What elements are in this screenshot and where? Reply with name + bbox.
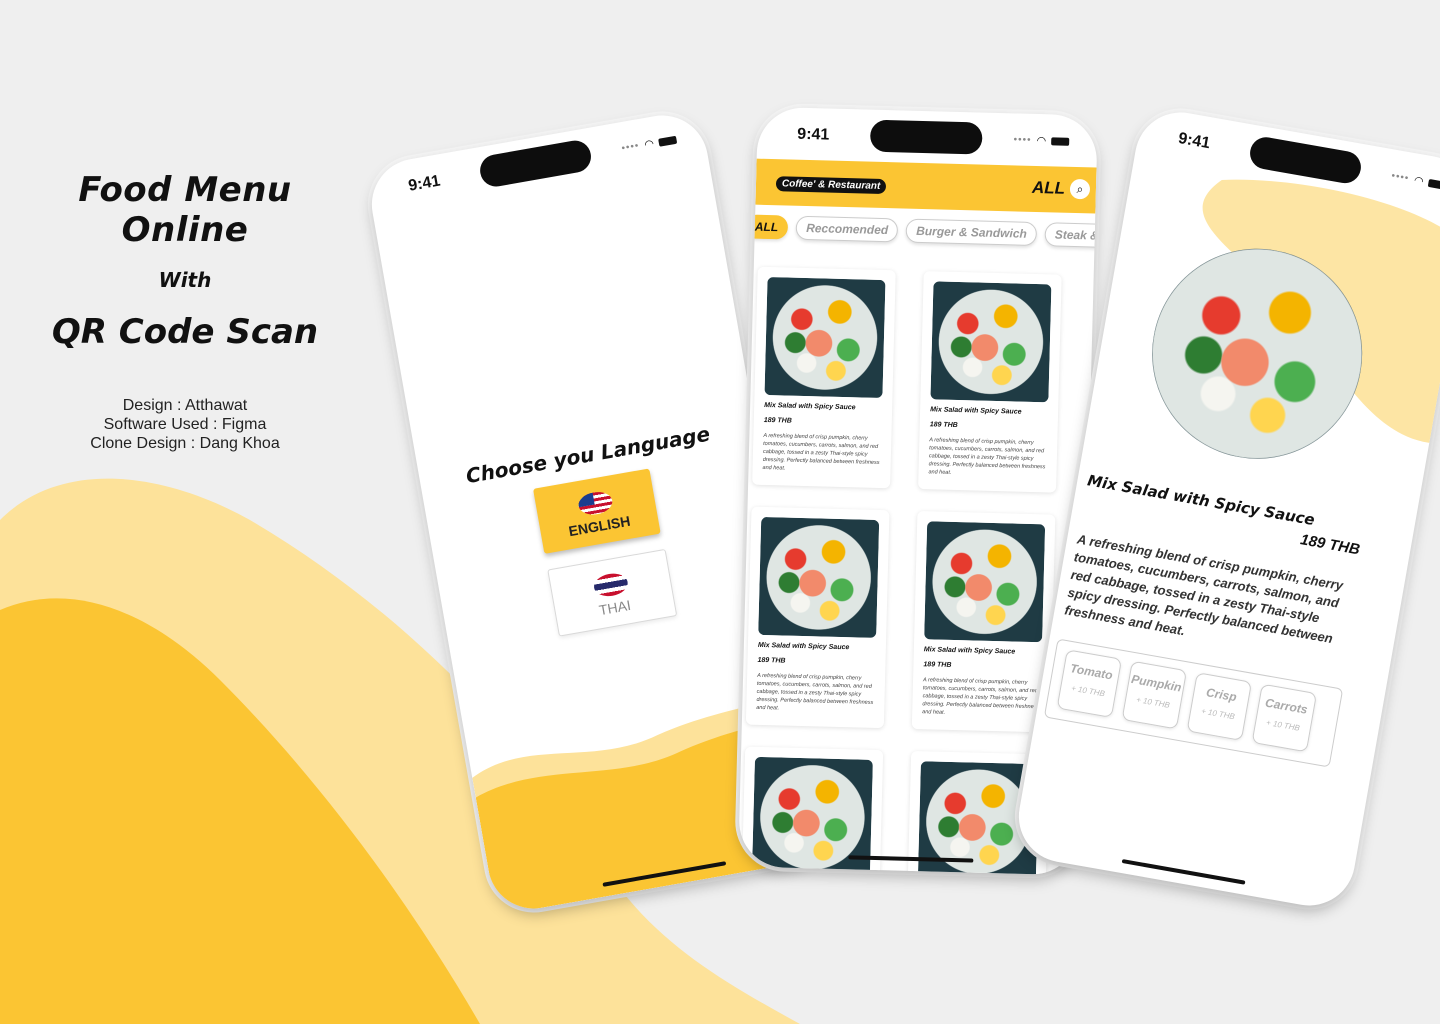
status-icons: •••• ◠ bbox=[1013, 133, 1070, 148]
addon-pumpkin[interactable]: Pumpkin + 10 THB bbox=[1121, 660, 1188, 730]
menu-header: Coffee' & Restaurant ALL ⌕ bbox=[755, 158, 1097, 214]
menu-card[interactable]: Mix Salad with Spicy Sauce 189 THB A ref… bbox=[911, 510, 1056, 733]
status-time: 9:41 bbox=[797, 125, 830, 144]
project-title: Food Menu Online bbox=[78, 170, 292, 250]
dish-price: 189 THB bbox=[1299, 531, 1362, 559]
menu-card[interactable]: Mix Salad with Spicy Sauce 189 THB A ref… bbox=[752, 266, 896, 489]
intro-panel: Food Menu Online With QR Code Scan Desig… bbox=[20, 170, 350, 453]
dynamic-island bbox=[869, 119, 983, 155]
status-icons: •••• ◠ bbox=[621, 133, 678, 155]
dish-title: Mix Salad with Spicy Sauce bbox=[1086, 471, 1317, 530]
project-title-qr: QR Code Scan bbox=[51, 312, 319, 352]
credits: Design : Atthawat Software Used : Figma … bbox=[20, 396, 350, 453]
card-description: A refreshing blend of crisp pumpkin, che… bbox=[922, 677, 1040, 716]
card-title: Mix Salad with Spicy Sauce bbox=[930, 406, 1022, 416]
addon-name: Tomato bbox=[1069, 661, 1114, 683]
english-button[interactable]: ENGLISH bbox=[533, 468, 661, 554]
addon-price: + 10 THB bbox=[1265, 718, 1301, 733]
thai-button[interactable]: THAI bbox=[547, 548, 678, 637]
dynamic-island bbox=[477, 138, 594, 190]
category-label: ALL bbox=[1031, 177, 1066, 198]
addon-crisp[interactable]: Crisp + 10 THB bbox=[1186, 672, 1253, 741]
addon-name: Pumpkin bbox=[1130, 671, 1183, 695]
salad-image bbox=[758, 516, 880, 638]
addon-name: Carrots bbox=[1264, 695, 1309, 717]
addon-name: Crisp bbox=[1205, 685, 1238, 705]
wifi-icon: ◠ bbox=[1036, 134, 1047, 148]
signal-icon: •••• bbox=[1390, 170, 1411, 185]
signal-icon: •••• bbox=[620, 140, 641, 155]
card-price: 189 THB bbox=[763, 416, 792, 425]
thai-flag-icon bbox=[592, 571, 630, 599]
card-description: A refreshing blend of crisp pumpkin, che… bbox=[762, 432, 880, 472]
category-chips: ALL Reccomended Burger & Sandwich Steak … bbox=[744, 214, 1098, 249]
card-title: Mix Salad with Spicy Sauce bbox=[764, 401, 856, 412]
credit-design: Design : Atthawat bbox=[122, 397, 248, 414]
brand-badge: Coffee' & Restaurant bbox=[775, 176, 887, 195]
battery-icon bbox=[1051, 136, 1070, 146]
addon-tomato[interactable]: Tomato + 10 THB bbox=[1056, 649, 1123, 719]
wifi-icon: ◠ bbox=[643, 137, 655, 152]
addon-carrots[interactable]: Carrots + 10 THB bbox=[1251, 683, 1318, 753]
search-icon[interactable]: ⌕ bbox=[1069, 178, 1091, 200]
card-description: A refreshing blend of crisp pumpkin, che… bbox=[928, 437, 1046, 476]
menu-card[interactable]: Mix Salad with Spicy Sauce 189 THB A ref… bbox=[745, 506, 890, 729]
status-time: 9:41 bbox=[407, 172, 442, 195]
salad-image bbox=[930, 281, 1052, 403]
chip-burger-sandwich[interactable]: Burger & Sandwich bbox=[905, 218, 1038, 247]
chip-recommended[interactable]: Reccomended bbox=[795, 215, 899, 243]
credit-clone: Clone Design : Dang Khoa bbox=[90, 435, 280, 452]
card-price: 189 THB bbox=[757, 656, 786, 665]
addon-price: + 10 THB bbox=[1135, 695, 1171, 710]
addon-price: + 10 THB bbox=[1070, 683, 1106, 699]
card-price: 189 THB bbox=[923, 661, 952, 669]
wifi-icon: ◠ bbox=[1412, 174, 1425, 188]
menu-card[interactable]: Mix Salad with Spicy Sauce 189 THB A ref… bbox=[918, 271, 1062, 493]
salad-image bbox=[924, 521, 1046, 643]
battery-icon bbox=[1427, 178, 1440, 190]
menu-grid: Mix Salad with Spicy Sauce 189 THB A ref… bbox=[739, 266, 1094, 876]
chip-steak[interactable]: Steak & F bbox=[1044, 222, 1098, 249]
card-title: Mix Salad with Spicy Sauce bbox=[923, 646, 1016, 656]
signal-icon: •••• bbox=[1013, 134, 1032, 146]
card-description: A refreshing blend of crisp pumpkin, che… bbox=[756, 672, 874, 712]
status-time: 9:41 bbox=[1176, 129, 1212, 153]
battery-icon bbox=[658, 135, 678, 147]
addon-price: + 10 THB bbox=[1200, 706, 1236, 722]
us-flag-icon bbox=[576, 489, 615, 518]
credit-software: Software Used : Figma bbox=[103, 416, 267, 433]
salad-image bbox=[764, 276, 886, 399]
status-icons: •••• ◠ bbox=[1390, 169, 1440, 191]
card-price: 189 THB bbox=[929, 421, 958, 430]
project-subtitle: With bbox=[158, 268, 212, 292]
card-title: Mix Salad with Spicy Sauce bbox=[757, 641, 850, 652]
